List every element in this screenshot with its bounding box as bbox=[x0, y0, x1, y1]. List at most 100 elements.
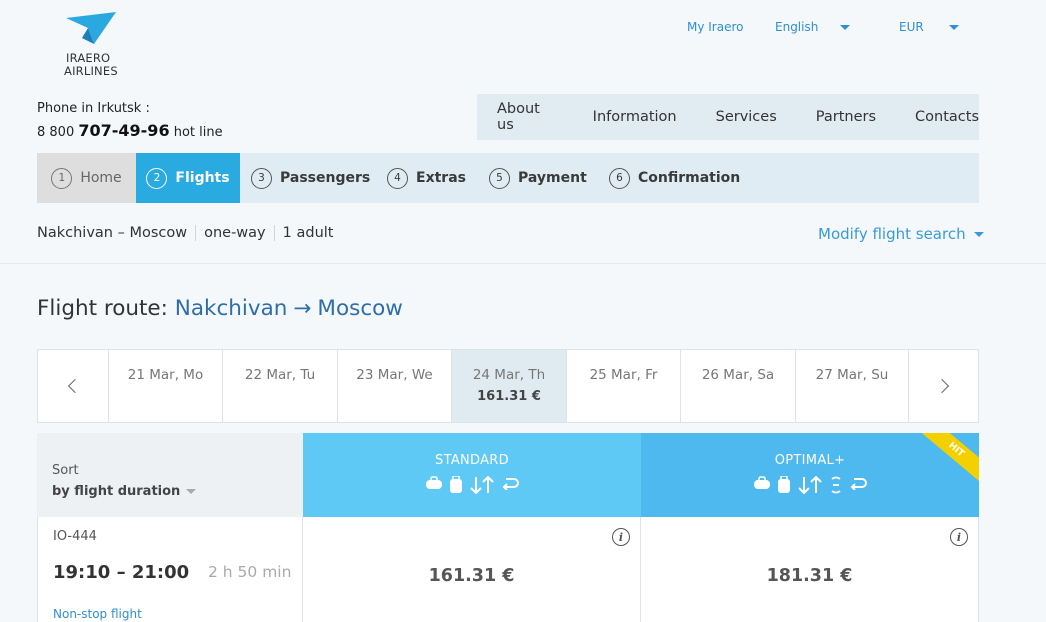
price-optimal: 181.31 € bbox=[766, 566, 853, 586]
step-number: 2 bbox=[146, 167, 168, 189]
exchange-icon bbox=[470, 476, 494, 494]
hand-luggage-icon bbox=[426, 476, 442, 489]
flight-stops-link[interactable]: Non-stop flight bbox=[53, 607, 142, 621]
step-label: Extras bbox=[416, 170, 466, 186]
date-label: 24 Mar, Th bbox=[472, 367, 546, 383]
date-label: 25 Mar, Fr bbox=[589, 367, 658, 383]
summary-route: Nakchivan – Moscow bbox=[37, 225, 188, 241]
tariff-optimal-header: OPTIMAL+ HIT bbox=[641, 433, 979, 517]
date-price: 161.31 € bbox=[477, 389, 541, 404]
phone-label: Phone in Irkutsk : bbox=[37, 101, 150, 116]
price-standard: 161.31 € bbox=[428, 566, 515, 586]
chevron-left-icon bbox=[67, 378, 83, 394]
nav-contacts[interactable]: Contacts bbox=[915, 109, 979, 125]
exchange-icon bbox=[798, 476, 822, 494]
flight-number: IO-444 bbox=[53, 529, 97, 544]
date-selector: 21 Mar, Mo 22 Mar, Tu 23 Mar, We 24 Mar,… bbox=[37, 349, 979, 423]
baggage-icon bbox=[450, 476, 462, 493]
next-dates-button[interactable] bbox=[908, 350, 978, 422]
step-payment: 5 Payment bbox=[489, 153, 587, 203]
flight-time: 19:10 – 21:00 bbox=[53, 562, 190, 583]
phone-line: 8 800 707-49-96 hot line bbox=[37, 121, 223, 140]
step-label: Passengers bbox=[280, 170, 371, 186]
search-summary: Nakchivan – Moscow one-way 1 adult bbox=[37, 225, 333, 241]
tariff-features bbox=[303, 476, 641, 494]
language-chevron-down-icon[interactable] bbox=[840, 25, 850, 30]
date-label: 27 Mar, Su bbox=[815, 367, 889, 383]
sort-control[interactable]: Sort by flight duration bbox=[37, 433, 303, 517]
divider bbox=[273, 225, 275, 241]
date-option-selected[interactable]: 24 Mar, Th 161.31 € bbox=[451, 350, 566, 422]
info-icon[interactable]: i bbox=[950, 528, 968, 546]
previous-dates-button[interactable] bbox=[38, 350, 108, 422]
refund-icon bbox=[850, 478, 867, 490]
divider bbox=[195, 225, 197, 241]
language-selector[interactable]: English bbox=[775, 20, 818, 34]
modify-search-button[interactable]: Modify flight search bbox=[818, 225, 984, 243]
step-flights[interactable]: 2 Flights bbox=[136, 153, 240, 203]
my-account-link[interactable]: My Iraero bbox=[687, 20, 744, 34]
seat-selection-icon bbox=[831, 476, 841, 494]
currency-chevron-down-icon[interactable] bbox=[949, 25, 959, 30]
date-label: 22 Mar, Tu bbox=[244, 367, 316, 383]
date-label: 21 Mar, Mo bbox=[127, 367, 204, 383]
refund-icon bbox=[502, 478, 519, 490]
step-extras: 4 Extras bbox=[387, 153, 466, 203]
arrow-right-icon: → bbox=[293, 296, 312, 321]
tariff-name: STANDARD bbox=[435, 453, 509, 468]
flight-duration: 2 h 50 min bbox=[208, 563, 292, 581]
baggage-icon bbox=[778, 476, 790, 493]
airline-logo[interactable]: IRAERO AIRLINES bbox=[60, 12, 130, 78]
step-label: Confirmation bbox=[638, 170, 741, 186]
phone-number[interactable]: 707-49-96 bbox=[78, 121, 169, 140]
date-label: 26 Mar, Sa bbox=[701, 367, 775, 383]
date-label: 23 Mar, We bbox=[356, 367, 433, 383]
price-optimal-cell[interactable]: i 181.31 € bbox=[641, 517, 979, 622]
info-icon[interactable]: i bbox=[612, 528, 630, 546]
date-option[interactable]: 26 Mar, Sa bbox=[680, 350, 795, 422]
nav-services[interactable]: Services bbox=[716, 109, 777, 125]
sort-value-text: by flight duration bbox=[52, 484, 181, 499]
chevron-down-icon bbox=[973, 231, 984, 237]
date-option[interactable]: 23 Mar, We bbox=[337, 350, 451, 422]
sort-label: Sort bbox=[52, 463, 79, 478]
phone-prefix: 8 800 bbox=[37, 125, 75, 140]
step-number: 1 bbox=[51, 167, 73, 189]
page-title: Flight route: Nakchivan → Moscow bbox=[37, 296, 403, 321]
date-option[interactable]: 27 Mar, Su bbox=[795, 350, 908, 422]
tariff-name: OPTIMAL+ bbox=[774, 453, 846, 468]
date-option[interactable]: 22 Mar, Tu bbox=[222, 350, 337, 422]
date-option[interactable]: 25 Mar, Fr bbox=[566, 350, 680, 422]
step-label: Home bbox=[80, 170, 122, 186]
tariff-features bbox=[641, 476, 979, 494]
plane-logo-icon bbox=[66, 12, 116, 44]
step-number: 5 bbox=[489, 167, 510, 189]
sort-value[interactable]: by flight duration bbox=[52, 484, 303, 499]
tariff-standard-header: STANDARD bbox=[303, 433, 641, 517]
nav-about-us[interactable]: About us bbox=[497, 101, 554, 133]
step-label: Payment bbox=[518, 170, 587, 186]
step-label: Flights bbox=[175, 170, 230, 186]
booking-steps: 1 Home 2 Flights 3 Passengers 4 Extras 5… bbox=[37, 153, 979, 203]
step-number: 4 bbox=[387, 167, 408, 189]
step-number: 6 bbox=[609, 167, 630, 189]
date-option[interactable]: 21 Mar, Mo bbox=[108, 350, 222, 422]
hand-luggage-icon bbox=[754, 476, 770, 489]
route-label: Flight route: bbox=[37, 296, 168, 321]
currency-selector[interactable]: EUR bbox=[899, 20, 924, 34]
section-divider bbox=[0, 263, 1046, 264]
step-passengers: 3 Passengers bbox=[251, 153, 370, 203]
step-home[interactable]: 1 Home bbox=[37, 153, 136, 203]
nav-partners[interactable]: Partners bbox=[816, 109, 876, 125]
step-number: 3 bbox=[251, 167, 272, 189]
summary-passengers: 1 adult bbox=[282, 225, 334, 241]
route-from: Nakchivan bbox=[174, 296, 288, 321]
step-confirmation: 6 Confirmation bbox=[609, 153, 740, 203]
nav-information[interactable]: Information bbox=[593, 109, 677, 125]
route-to: Moscow bbox=[317, 296, 403, 321]
price-standard-cell[interactable]: i 161.31 € bbox=[303, 517, 641, 622]
main-nav: About us Information Services Partners C… bbox=[477, 94, 979, 140]
modify-search-label: Modify flight search bbox=[818, 225, 966, 243]
chevron-right-icon bbox=[934, 378, 949, 394]
logo-text: IRAERO AIRLINES bbox=[64, 52, 118, 78]
